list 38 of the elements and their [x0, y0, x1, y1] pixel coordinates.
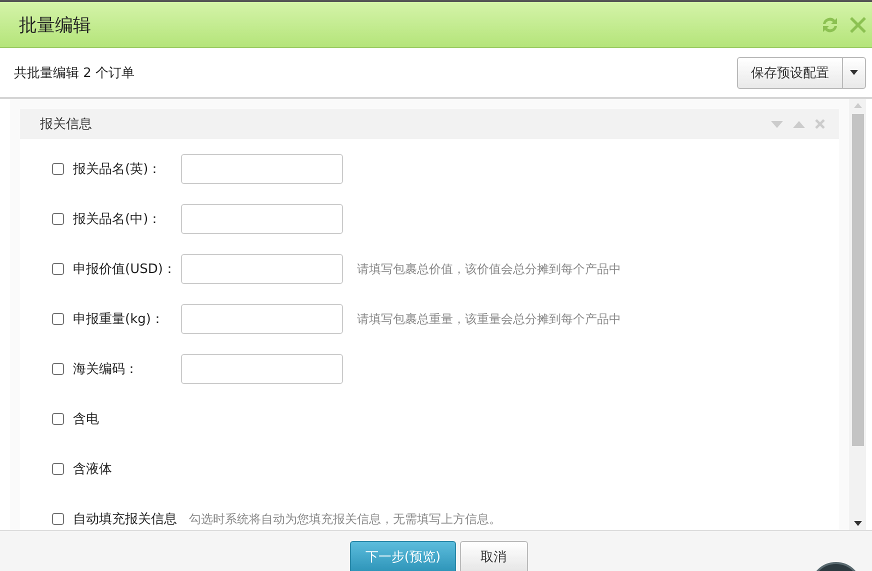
checkbox[interactable]	[52, 213, 64, 225]
field-label: 申报价值(USD)：	[73, 261, 177, 278]
scrollbar-thumb[interactable]	[852, 114, 864, 446]
cancel-button[interactable]: 取消	[460, 541, 528, 571]
checkbox[interactable]	[52, 363, 64, 375]
field-label: 含电	[73, 411, 99, 428]
checkbox[interactable]	[52, 163, 64, 175]
save-preset-button[interactable]: 保存预设配置	[738, 58, 843, 88]
input-field[interactable]	[181, 354, 343, 384]
remove-icon[interactable]	[815, 119, 825, 129]
checkbox[interactable]	[52, 263, 64, 275]
order-count-text: 共批量编辑 2 个订单	[14, 64, 135, 82]
input-field[interactable]	[181, 254, 343, 284]
field-label: 报关品名(中)：	[73, 211, 162, 228]
field-label: 报关品名(英)：	[73, 161, 162, 178]
collapse-down-icon[interactable]	[771, 120, 783, 128]
hint-text: 请填写包裹总价值，该价值会总分摊到每个产品中	[357, 260, 621, 278]
scrollbar[interactable]	[849, 99, 866, 530]
hint-text: 请填写包裹总重量，该重量会总分摊到每个产品中	[357, 310, 621, 328]
checkbox[interactable]	[52, 313, 64, 325]
checkbox[interactable]	[52, 413, 64, 425]
field-label: 申报重量(kg)：	[73, 311, 165, 328]
hint-text: 勾选时系统将自动为您填充报关信息，无需填写上方信息。	[189, 510, 501, 528]
field-label: 自动填充报关信息	[73, 511, 177, 528]
scroll-down-icon[interactable]	[854, 521, 862, 526]
window-title: 批量编辑	[19, 14, 91, 36]
input-field[interactable]	[181, 204, 343, 234]
close-icon[interactable]	[848, 14, 868, 34]
checkbox[interactable]	[52, 463, 64, 475]
field-label: 海关编码：	[73, 361, 139, 378]
collapse-up-icon[interactable]	[793, 120, 805, 128]
caret-icon	[850, 70, 858, 75]
section-title: 报关信息	[40, 116, 92, 133]
field-label: 含液体	[73, 461, 112, 478]
input-field[interactable]	[181, 304, 343, 334]
checkbox[interactable]	[52, 513, 64, 525]
input-field[interactable]	[181, 154, 343, 184]
scroll-up-icon[interactable]	[854, 103, 862, 108]
